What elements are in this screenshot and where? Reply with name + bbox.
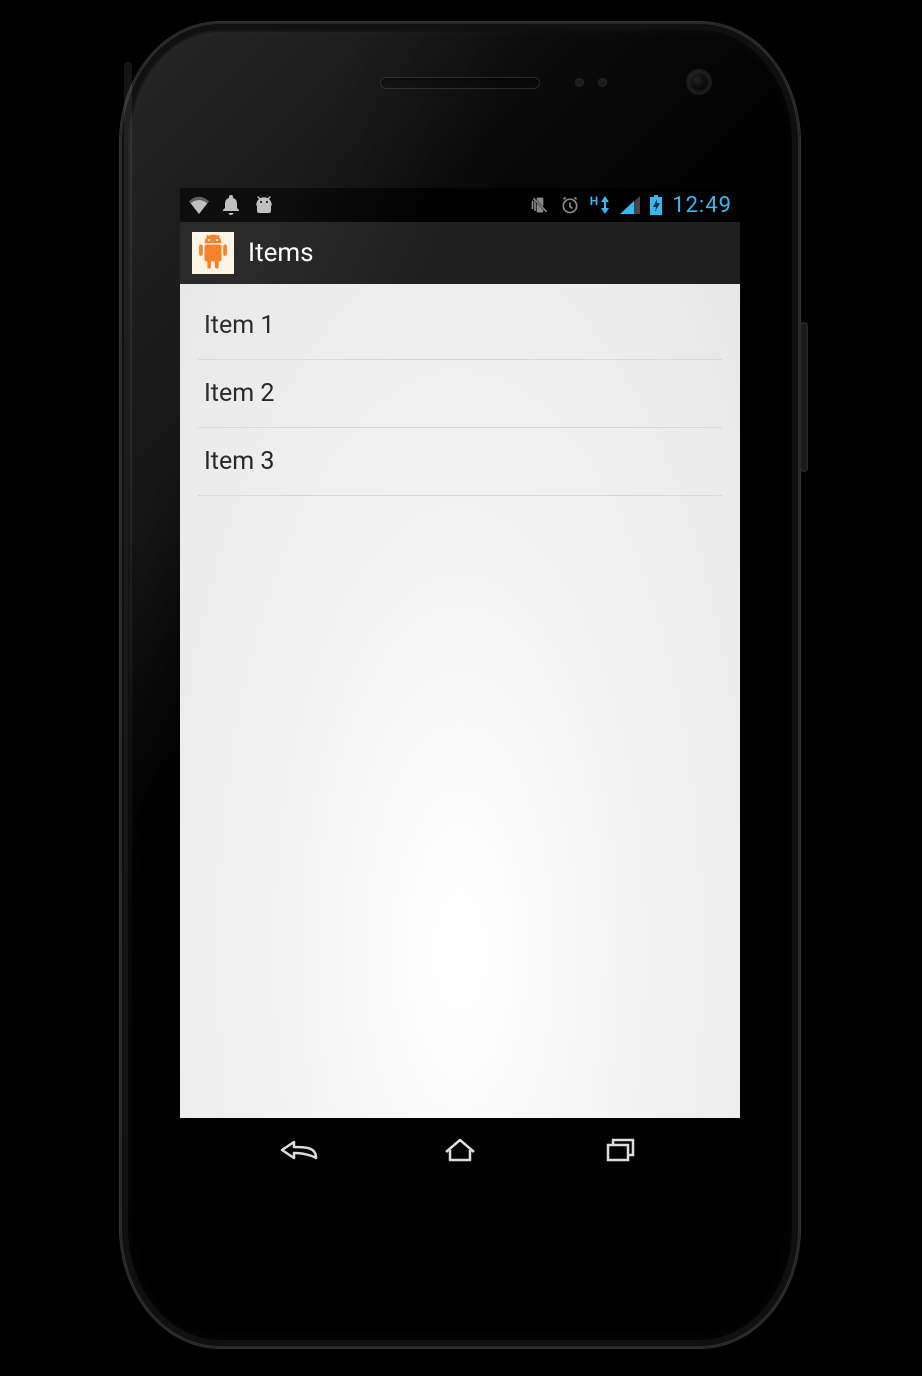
alarm-icon xyxy=(560,195,580,215)
app-title: Items xyxy=(248,238,314,268)
front-camera xyxy=(688,71,710,93)
home-button[interactable] xyxy=(420,1130,500,1170)
network-type-label: H xyxy=(590,196,598,206)
vibrate-icon xyxy=(530,195,550,215)
android-debug-icon xyxy=(252,196,276,214)
recents-icon xyxy=(598,1136,642,1164)
android-robot-icon xyxy=(196,234,230,272)
content-area: Item 1 Item 2 Item 3 xyxy=(180,284,740,1118)
back-button[interactable] xyxy=(260,1130,340,1170)
device-screen: H 1 xyxy=(180,188,740,1182)
list-item-label: Item 2 xyxy=(204,379,274,408)
app-icon[interactable] xyxy=(192,232,234,274)
action-bar: Items xyxy=(180,222,740,284)
list-item-label: Item 1 xyxy=(204,311,274,340)
home-icon xyxy=(438,1136,482,1164)
items-list: Item 1 Item 2 Item 3 xyxy=(180,284,740,496)
status-clock: 12:49 xyxy=(672,193,732,218)
earpiece xyxy=(380,77,540,89)
power-button xyxy=(800,322,808,472)
signal-icon xyxy=(620,196,640,214)
hspa-icon: H xyxy=(590,196,610,214)
sensors xyxy=(575,78,607,87)
battery-charging-icon xyxy=(650,195,662,215)
list-item[interactable]: Item 1 xyxy=(198,292,722,360)
back-icon xyxy=(278,1136,322,1164)
list-item[interactable]: Item 2 xyxy=(198,360,722,428)
wifi-icon xyxy=(188,196,210,214)
list-item[interactable]: Item 3 xyxy=(198,428,722,496)
bell-icon xyxy=(222,195,240,215)
list-item-label: Item 3 xyxy=(204,447,274,476)
navigation-bar xyxy=(180,1118,740,1182)
phone-frame: H 1 xyxy=(120,22,800,1348)
recents-button[interactable] xyxy=(580,1130,660,1170)
status-bar: H 1 xyxy=(180,188,740,222)
